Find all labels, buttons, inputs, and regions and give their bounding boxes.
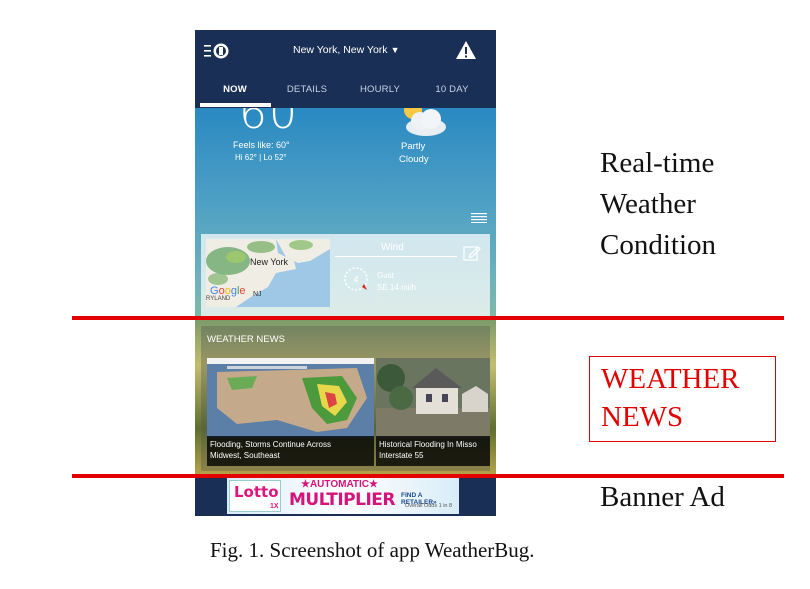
news-caption-line1: Flooding, Storms Continue Across — [210, 440, 331, 449]
weather-news-card: WEATHER NEWS Flooding, Storms Continue A… — [201, 326, 490, 471]
news-image-map — [207, 358, 374, 438]
news-caption-line2: Midwest, Southeast — [210, 451, 280, 460]
gust-value: SE 14 mi/h — [377, 283, 417, 292]
map-region-label: RYLAND — [206, 296, 231, 302]
news-image-flood — [376, 358, 490, 438]
map-state-label: NJ — [253, 291, 262, 298]
condition-text-line1: Partly — [401, 141, 426, 152]
news-caption: Historical Flooding In Misso Interstate … — [376, 436, 490, 466]
list-icon[interactable] — [471, 213, 487, 223]
alert-icon[interactable] — [455, 40, 477, 60]
annotation-realtime: Real-time Weather Condition — [600, 143, 716, 266]
active-tab-indicator — [200, 103, 271, 107]
wind-speed: 4 — [353, 275, 358, 285]
annotation-line: Real-time — [600, 147, 715, 179]
partly-cloudy-icon — [404, 108, 446, 136]
app-screenshot: New York, New York ▼ NOW DETAILS HOURLY 1… — [195, 30, 496, 516]
annotation-line: NEWS — [601, 401, 684, 433]
tab-bar: NOW DETAILS HOURLY 10 DAY — [195, 72, 496, 108]
news-item[interactable]: Historical Flooding In Misso Interstate … — [376, 358, 490, 466]
ad-odds: Overall Odds 1 in 8 — [405, 503, 453, 509]
news-header: WEATHER NEWS — [207, 334, 285, 345]
ad-logo-box: Lotto 1X — [229, 480, 281, 512]
news-caption-line1: Historical Flooding In Misso — [379, 440, 477, 449]
tab-details[interactable]: DETAILS — [272, 72, 342, 108]
wind-compass-icon: 4 — [344, 267, 368, 291]
ad-lotto-logo: Lotto — [234, 483, 279, 501]
news-caption-line2: Interstate 55 — [379, 451, 424, 460]
annotation-line: WEATHER — [601, 363, 740, 395]
section-divider-1 — [72, 316, 784, 320]
edit-icon[interactable] — [463, 244, 481, 262]
banner-ad[interactable]: Lotto 1X ★AUTOMATIC★ MULTIPLIER FIND A R… — [195, 476, 496, 516]
hi-lo: Hi 62° | Lo 52° — [235, 153, 287, 162]
gust-label: Gust — [377, 271, 394, 280]
news-caption: Flooding, Storms Continue Across Midwest… — [207, 436, 374, 466]
tab-hourly[interactable]: HOURLY — [345, 72, 415, 108]
figure-caption: Fig. 1. Screenshot of app WeatherBug. — [210, 538, 535, 562]
radar-map[interactable]: New York Google NJ RYLAND — [206, 239, 330, 307]
ad-creative[interactable]: Lotto 1X ★AUTOMATIC★ MULTIPLIER FIND A R… — [227, 478, 459, 514]
location-label: New York, New York — [293, 44, 388, 56]
wind-divider — [335, 256, 457, 257]
current-temperature: 60 — [239, 108, 299, 139]
ad-automatic: ★AUTOMATIC★ — [301, 479, 378, 490]
annotation-line: Weather — [600, 188, 696, 220]
condition-text-line2: Cloudy — [399, 154, 429, 165]
caret-down-icon: ▼ — [390, 45, 400, 55]
wind-title: Wind — [381, 242, 404, 253]
annotation-weather-news: WEATHER NEWS — [589, 356, 776, 442]
annotation-banner-ad: Banner Ad — [600, 481, 725, 513]
tab-10-day[interactable]: 10 DAY — [417, 72, 487, 108]
annotation-line: Condition — [600, 229, 717, 261]
map-attribution-char: e — [239, 285, 246, 297]
location-selector[interactable]: New York, New York ▼ — [293, 44, 399, 56]
map-wind-card: New York Google NJ RYLAND Wind 4 Gust SE… — [201, 234, 490, 318]
news-item[interactable]: Flooding, Storms Continue Across Midwest… — [207, 358, 374, 466]
app-bar: New York, New York ▼ — [195, 30, 496, 72]
menu-logo-icon[interactable] — [204, 42, 232, 60]
map-city-label: New York — [250, 257, 289, 267]
ad-multiplier: MULTIPLIER — [289, 490, 395, 510]
current-conditions-panel: 60 Feels like: 60° Hi 62° | Lo 52° Partl… — [195, 108, 496, 318]
feels-like: Feels like: 60° — [233, 140, 290, 150]
ad-multiplier-value: 1X — [270, 503, 279, 510]
